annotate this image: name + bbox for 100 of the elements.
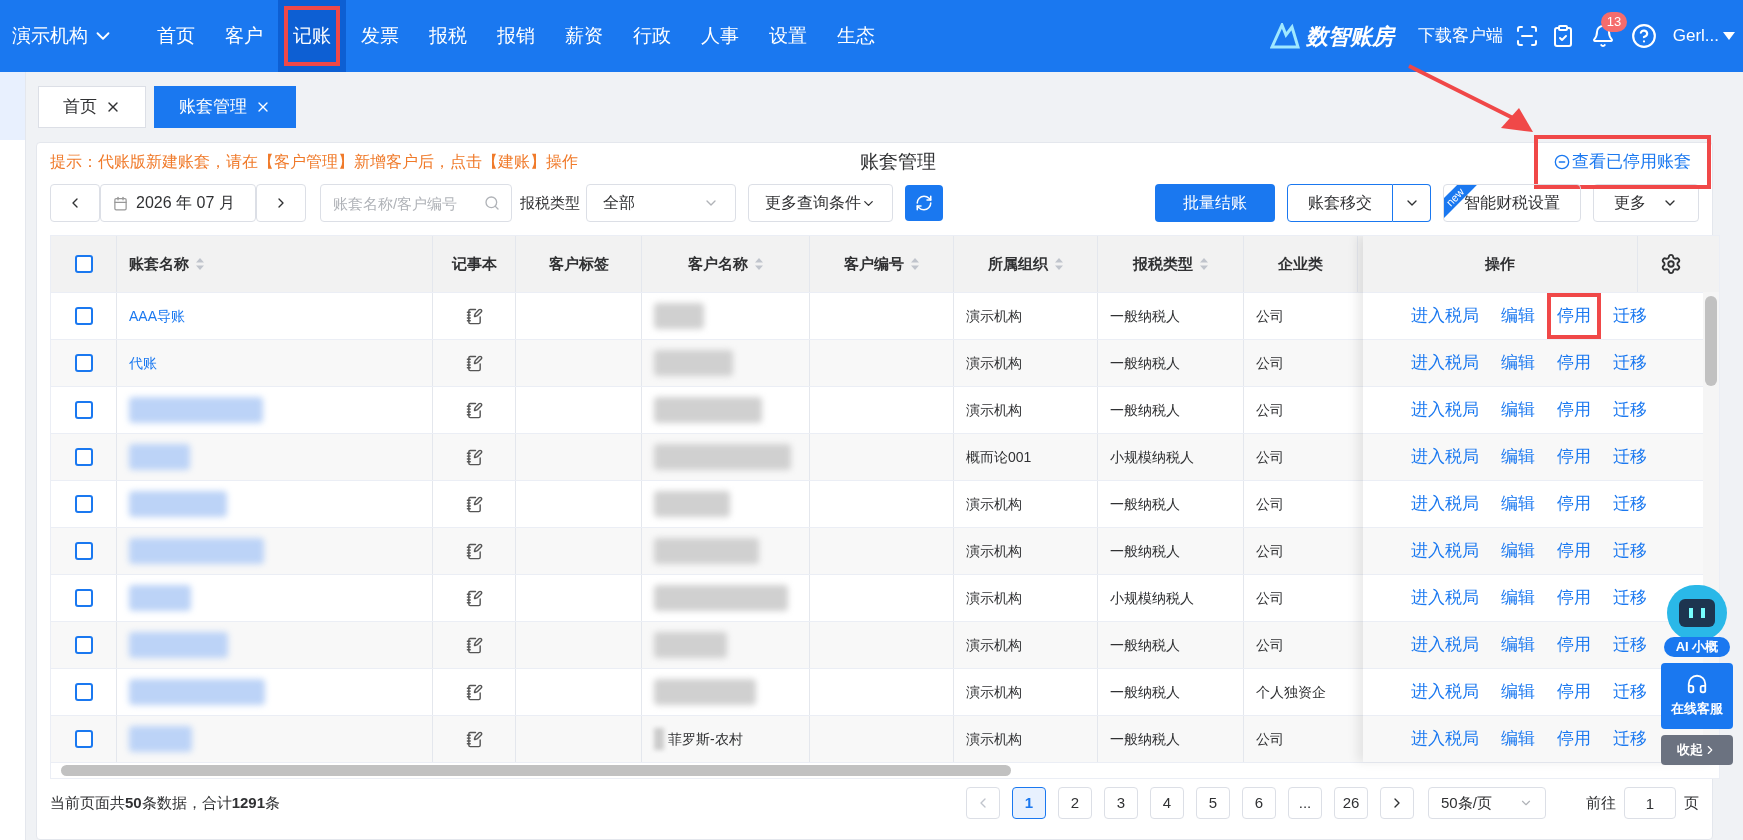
notebook-icon[interactable]	[465, 636, 483, 654]
horizontal-scrollbar[interactable]	[61, 765, 1011, 776]
nav-item[interactable]: 首页	[142, 0, 210, 72]
row-action-link[interactable]: 迁移	[1603, 387, 1657, 433]
scrollbar-thumb[interactable]	[1705, 296, 1717, 386]
row-action-link[interactable]: 迁移	[1603, 622, 1657, 668]
nav-item[interactable]: 设置	[754, 0, 822, 72]
row-action-link[interactable]: 迁移	[1603, 528, 1657, 574]
nav-item[interactable]: 薪资	[550, 0, 618, 72]
nav-item[interactable]: 发票	[346, 0, 414, 72]
next-page-button[interactable]	[1380, 787, 1414, 819]
select-all-checkbox[interactable]	[74, 255, 93, 273]
row-action-link[interactable]: 停用	[1547, 575, 1601, 621]
row-checkbox[interactable]	[74, 448, 93, 466]
row-checkbox[interactable]	[74, 730, 93, 748]
row-action-link[interactable]: 编辑	[1491, 387, 1545, 433]
row-action-link[interactable]: 编辑	[1491, 293, 1545, 339]
row-action-link[interactable]: 停用	[1547, 622, 1601, 668]
notebook-icon[interactable]	[465, 401, 483, 419]
page-button[interactable]: 26	[1334, 787, 1368, 819]
row-action-link[interactable]: 迁移	[1603, 575, 1657, 621]
page-tab[interactable]: 首页	[38, 86, 146, 128]
row-checkbox[interactable]	[74, 401, 93, 419]
row-action-link[interactable]: 停用	[1547, 669, 1601, 715]
notebook-icon[interactable]	[465, 307, 483, 325]
row-action-link[interactable]: 停用	[1547, 481, 1601, 527]
more-conditions-button[interactable]: 更多查询条件	[748, 184, 893, 222]
row-action-link[interactable]: 进入税局	[1401, 528, 1489, 574]
column-header[interactable]: 操作	[1485, 252, 1515, 276]
nav-item[interactable]: 行政	[618, 0, 686, 72]
page-button[interactable]: 5	[1196, 787, 1230, 819]
nav-item[interactable]: 人事	[686, 0, 754, 72]
nav-item[interactable]: 生态	[822, 0, 890, 72]
org-switcher[interactable]: 演示机构	[0, 0, 126, 72]
row-action-link[interactable]: 迁移	[1603, 669, 1657, 715]
row-action-link[interactable]: 进入税局	[1401, 340, 1489, 386]
row-action-link[interactable]: 进入税局	[1401, 481, 1489, 527]
column-header[interactable]: 报税类型	[1132, 252, 1209, 276]
search-field[interactable]: 账套名称/客户编号	[320, 184, 512, 222]
scan-icon[interactable]	[1514, 24, 1539, 48]
nav-item[interactable]: 客户	[210, 0, 278, 72]
notebook-icon[interactable]	[465, 354, 483, 372]
row-action-link[interactable]: 进入税局	[1401, 622, 1489, 668]
tax-type-select[interactable]: 全部	[586, 184, 736, 222]
row-action-link[interactable]: 迁移	[1603, 293, 1657, 339]
row-action-link[interactable]: 进入税局	[1401, 669, 1489, 715]
row-action-link[interactable]: 编辑	[1491, 716, 1545, 762]
row-checkbox[interactable]	[74, 354, 93, 372]
row-action-link[interactable]: 停用	[1547, 387, 1601, 433]
row-action-link[interactable]: 进入税局	[1401, 575, 1489, 621]
row-checkbox[interactable]	[74, 636, 93, 654]
notebook-icon[interactable]	[465, 589, 483, 607]
row-action-link[interactable]: 停用	[1547, 716, 1601, 762]
row-action-link[interactable]: 停用	[1547, 293, 1601, 339]
notebook-icon[interactable]	[465, 683, 483, 701]
nav-item[interactable]: 报销	[482, 0, 550, 72]
ledger-name-link[interactable]: 代账	[129, 352, 157, 374]
download-link[interactable]: 下载客户端	[1417, 23, 1503, 49]
row-action-link[interactable]: 进入税局	[1401, 716, 1489, 762]
column-header[interactable]: 企业类	[1278, 252, 1323, 276]
row-action-link[interactable]: 编辑	[1491, 669, 1545, 715]
nav-item[interactable]: 报税	[414, 0, 482, 72]
column-header[interactable]: 所属组织	[987, 252, 1064, 276]
page-button[interactable]: 2	[1058, 787, 1092, 819]
row-action-link[interactable]: 编辑	[1491, 340, 1545, 386]
nav-item[interactable]: 记账	[278, 0, 346, 72]
help-icon[interactable]	[1630, 23, 1657, 49]
transfer-button[interactable]: 账套移交	[1287, 184, 1393, 222]
column-settings-icon[interactable]	[1659, 253, 1682, 275]
page-tab[interactable]: 账套管理	[154, 86, 296, 128]
row-checkbox[interactable]	[74, 589, 93, 607]
collapse-button[interactable]: 收起	[1661, 734, 1733, 765]
column-header[interactable]: 客户标签	[548, 252, 609, 276]
row-action-link[interactable]: 迁移	[1603, 340, 1657, 386]
column-header[interactable]: 账套名称	[129, 252, 205, 276]
notebook-icon[interactable]	[465, 495, 483, 513]
more-button[interactable]: 更多	[1593, 184, 1699, 222]
refresh-button[interactable]	[905, 185, 943, 221]
page-size-select[interactable]: 50条/页	[1428, 787, 1546, 819]
user-menu[interactable]: Gerl...	[1672, 23, 1735, 49]
row-action-link[interactable]: 编辑	[1491, 528, 1545, 574]
goto-page-input[interactable]: 1	[1624, 787, 1676, 819]
row-action-link[interactable]: 编辑	[1491, 434, 1545, 480]
page-button[interactable]: 1	[1012, 787, 1046, 819]
row-action-link[interactable]: 编辑	[1491, 575, 1545, 621]
month-picker[interactable]: 2026 年 07 月	[100, 184, 256, 222]
notebook-icon[interactable]	[465, 542, 483, 560]
row-checkbox[interactable]	[74, 683, 93, 701]
column-header[interactable]: 客户编号	[843, 252, 920, 276]
row-action-link[interactable]: 进入税局	[1401, 434, 1489, 480]
row-action-link[interactable]: 停用	[1547, 528, 1601, 574]
page-button[interactable]: 3	[1104, 787, 1138, 819]
row-action-link[interactable]: 编辑	[1491, 622, 1545, 668]
column-header[interactable]: 客户名称	[687, 252, 764, 276]
row-action-link[interactable]: 迁移	[1603, 481, 1657, 527]
online-service-button[interactable]: 在线客服	[1661, 662, 1733, 729]
row-action-link[interactable]: 进入税局	[1401, 387, 1489, 433]
row-action-link[interactable]: 迁移	[1603, 434, 1657, 480]
page-button[interactable]: 6	[1242, 787, 1276, 819]
row-checkbox[interactable]	[74, 542, 93, 560]
